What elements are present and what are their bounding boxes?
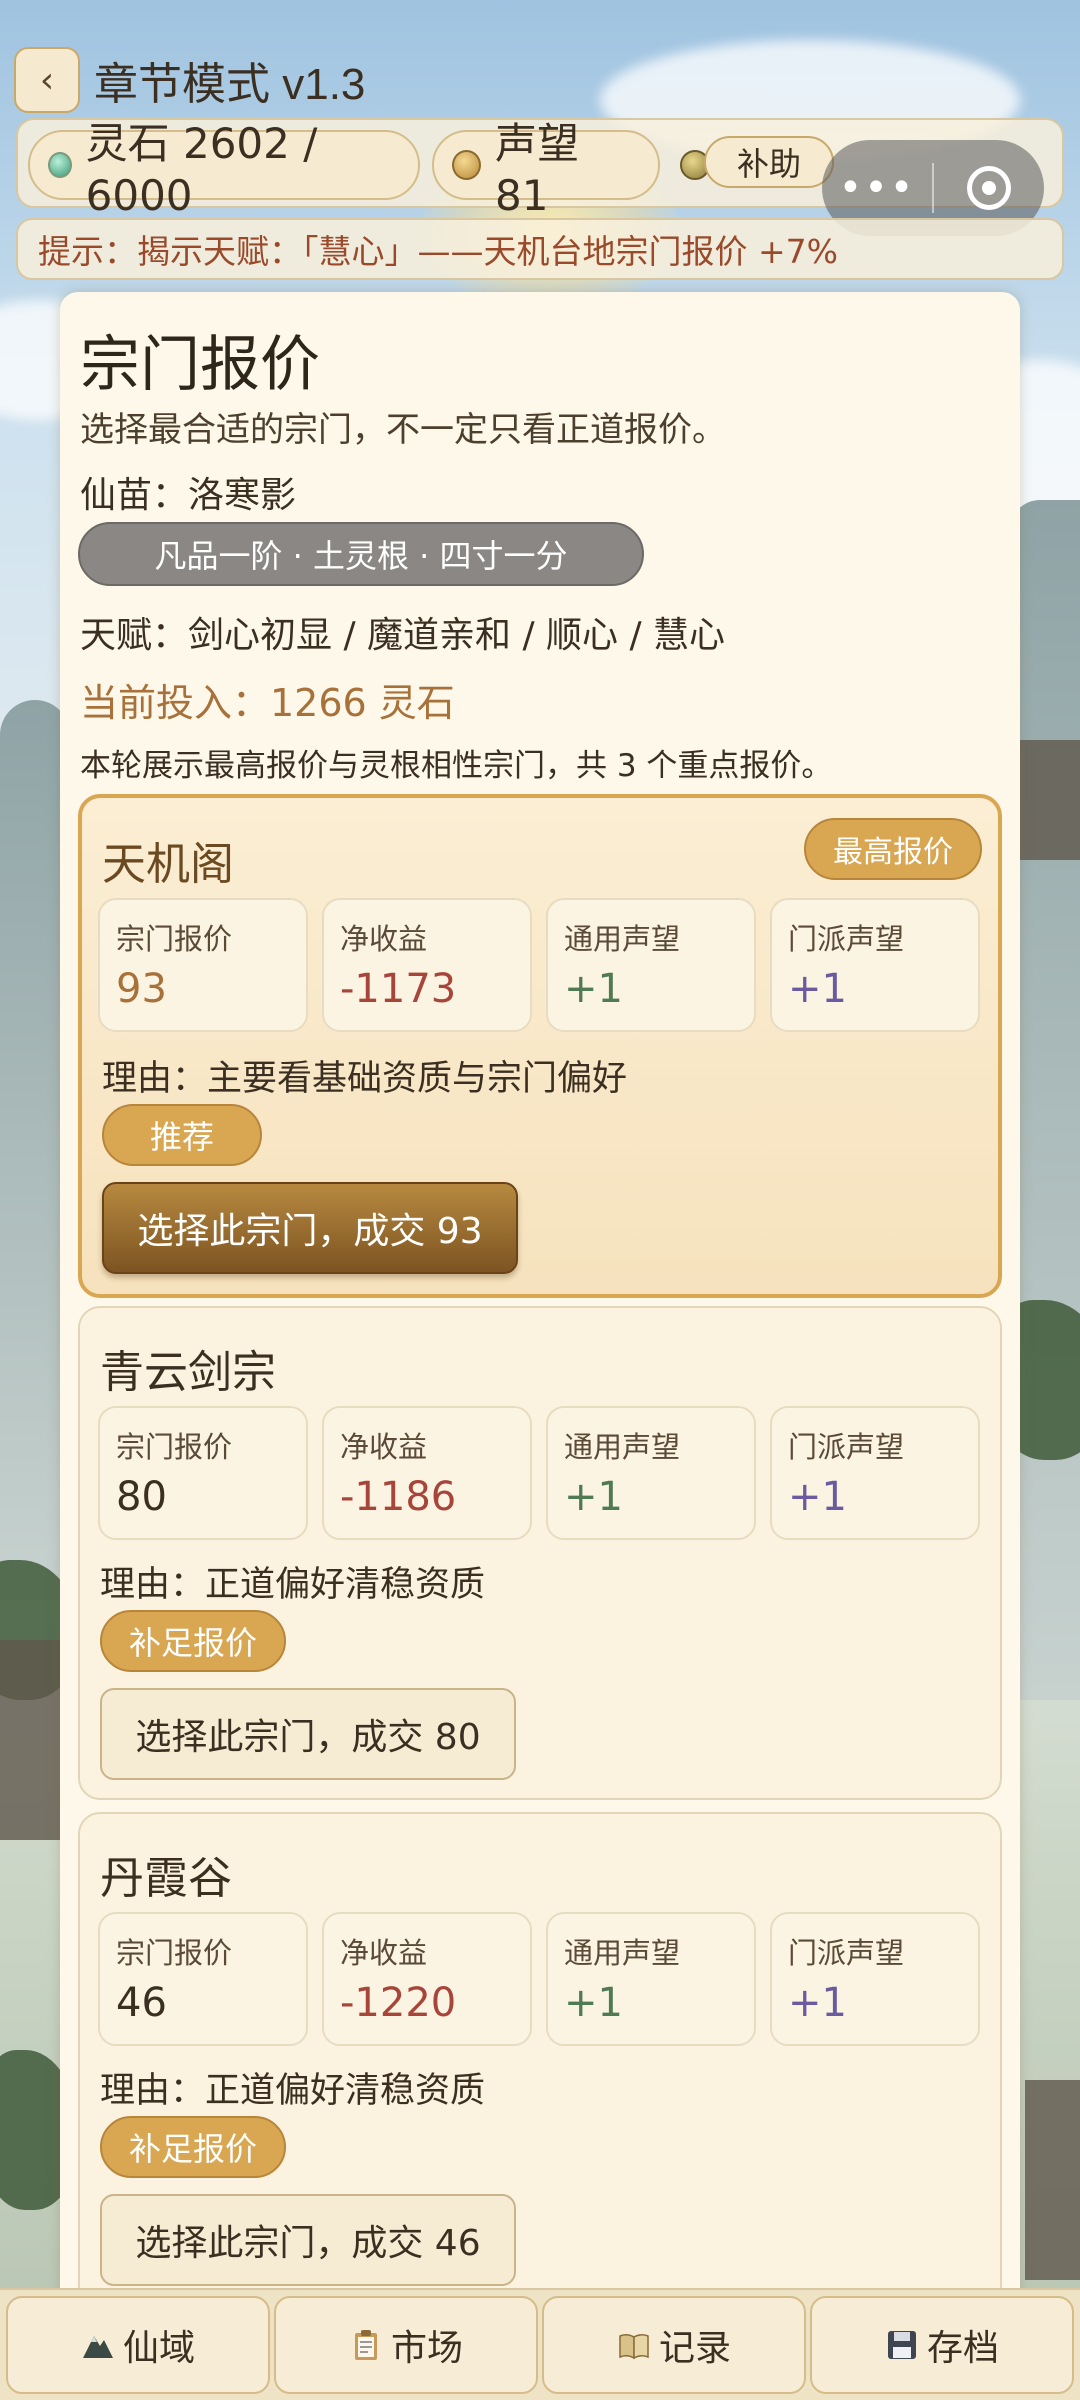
stat-value: 46: [116, 1980, 167, 2026]
offer-reason: 理由：主要看基础资质与宗门偏好: [102, 1059, 628, 1099]
spirit-stone-icon: [48, 152, 72, 178]
stat-value: +1: [564, 966, 623, 1012]
stat-label: 宗门报价: [116, 1430, 233, 1464]
medal-icon: [452, 150, 481, 180]
seedling-name: 仙苗：洛寒影: [80, 475, 297, 516]
stat-value: +1: [788, 1980, 847, 2026]
stat-net: 净收益 -1220: [322, 1912, 532, 2046]
bottom-navigation: 仙域 市场 记录 存档: [0, 2288, 1080, 2400]
floppy-disk-icon: [887, 2331, 916, 2359]
back-button[interactable]: ‹: [14, 47, 80, 113]
spirit-stone-counter: 灵石 2602 / 6000: [28, 119, 420, 220]
more-options-button[interactable]: •••: [822, 165, 932, 211]
stat-label: 宗门报价: [116, 922, 233, 956]
stat-faction-rep: 门派声望 +1: [770, 898, 980, 1032]
stat-label: 通用声望: [564, 1936, 681, 1970]
offer-card: 丹霞谷 宗门报价 46 净收益 -1220 通用声望 +1 门派声望 +1 理由…: [78, 1812, 1002, 2292]
stat-label: 净收益: [340, 1430, 428, 1464]
stat-value: +1: [564, 1980, 623, 2026]
stat-general-rep: 通用声望 +1: [546, 1406, 756, 1540]
offer-card: 天机阁 最高报价 宗门报价 93 净收益 -1173 通用声望 +1 门派声望 …: [78, 794, 1002, 1298]
sect-name: 青云剑宗: [100, 1347, 276, 1398]
nav-label: 存档: [926, 2328, 999, 2369]
stat-label: 通用声望: [564, 1430, 681, 1464]
reputation-value: 声望 81: [495, 119, 580, 220]
choose-sect-button[interactable]: 选择此宗门，成交 46: [100, 2194, 516, 2286]
stat-label: 门派声望: [788, 1936, 905, 1970]
clipboard-icon: [354, 2330, 377, 2360]
stat-label: 通用声望: [564, 922, 681, 956]
stat-price: 宗门报价 80: [98, 1406, 308, 1540]
stat-net: 净收益 -1173: [322, 898, 532, 1032]
stat-label: 门派声望: [788, 922, 905, 956]
current-investment: 当前投入：1266 灵石: [80, 681, 455, 725]
target-icon: [967, 166, 1011, 210]
top-bar: ‹ 章节模式 v1.3: [14, 47, 366, 113]
nav-label: 市场: [390, 2328, 463, 2369]
nav-immortal-realm[interactable]: 仙域: [6, 2296, 270, 2394]
offer-reason: 理由：正道偏好清稳资质: [100, 1565, 486, 1605]
stat-faction-rep: 门派声望 +1: [770, 1912, 980, 2046]
stat-faction-rep: 门派声望 +1: [770, 1406, 980, 1540]
nav-label: 仙域: [122, 2328, 195, 2369]
pavilion: [1020, 740, 1080, 860]
nav-label: 记录: [658, 2328, 731, 2369]
stat-label: 净收益: [340, 1936, 428, 1970]
stat-value: -1186: [340, 1474, 457, 1520]
stat-value: +1: [788, 1474, 847, 1520]
reputation-counter: 声望 81: [432, 119, 660, 220]
nav-save[interactable]: 存档: [810, 2296, 1074, 2394]
offer-card: 青云剑宗 宗门报价 80 净收益 -1186 通用声望 +1 门派声望 +1 理…: [78, 1306, 1002, 1800]
stat-general-rep: 通用声望 +1: [546, 1912, 756, 2046]
highest-offer-badge: 最高报价: [804, 818, 982, 880]
spirit-stone-value: 灵石 2602 / 6000: [85, 119, 318, 220]
mountain: [1010, 500, 1080, 1700]
stat-value: -1173: [340, 966, 457, 1012]
sect-name: 天机阁: [102, 839, 234, 890]
stat-price: 宗门报价 93: [98, 898, 308, 1032]
close-mini-program-button[interactable]: [934, 166, 1044, 210]
stat-value: 93: [116, 966, 167, 1012]
offer-reason: 理由：正道偏好清稳资质: [100, 2071, 486, 2111]
recommend-tag: 推荐: [102, 1104, 262, 1166]
stat-label: 门派声望: [788, 1430, 905, 1464]
stat-value: +1: [564, 1474, 623, 1520]
chevron-left-icon: ‹: [39, 59, 55, 101]
panel-subtitle: 选择最合适的宗门，不一定只看正道报价。: [80, 410, 726, 450]
book-icon: [619, 2333, 649, 2360]
stat-value: 80: [116, 1474, 167, 1520]
supplement-tag: 补足报价: [100, 1610, 286, 1672]
stat-label: 净收益: [340, 922, 428, 956]
stat-price: 宗门报价 46: [98, 1912, 308, 2046]
pavilion: [0, 1640, 60, 1840]
offer-summary: 本轮展示最高报价与灵根相性宗门，共 3 个重点报价。: [80, 748, 833, 784]
sect-name: 丹霞谷: [100, 1853, 232, 1904]
stat-label: 宗门报价: [116, 1936, 233, 1970]
stat-general-rep: 通用声望 +1: [546, 898, 756, 1032]
mountain-icon: [82, 2336, 113, 2358]
panel-title: 宗门报价: [80, 330, 320, 400]
nav-records[interactable]: 记录: [542, 2296, 806, 2394]
assist-button[interactable]: 补助: [704, 136, 834, 188]
app-title: 章节模式 v1.3: [94, 60, 366, 109]
stat-net: 净收益 -1186: [322, 1406, 532, 1540]
grade-tag: 凡品一阶 · 土灵根 · 四寸一分: [78, 522, 644, 586]
talent-list: 天赋：剑心初显 / 魔道亲和 / 顺心 / 慧心: [80, 615, 726, 656]
stat-value: +1: [788, 966, 847, 1012]
supplement-tag: 补足报价: [100, 2116, 286, 2178]
stone-stairs: [1025, 2080, 1080, 2280]
sect-offer-panel: 宗门报价 选择最合适的宗门，不一定只看正道报价。 仙苗：洛寒影 凡品一阶 · 土…: [60, 292, 1020, 2292]
stat-value: -1220: [340, 1980, 457, 2026]
hint-banner: 提示：揭示天赋：「慧心」——天机台地宗门报价 +7%: [16, 218, 1064, 280]
nav-market[interactable]: 市场: [274, 2296, 538, 2394]
choose-sect-button[interactable]: 选择此宗门，成交 93: [102, 1182, 518, 1274]
choose-sect-button[interactable]: 选择此宗门，成交 80: [100, 1688, 516, 1780]
